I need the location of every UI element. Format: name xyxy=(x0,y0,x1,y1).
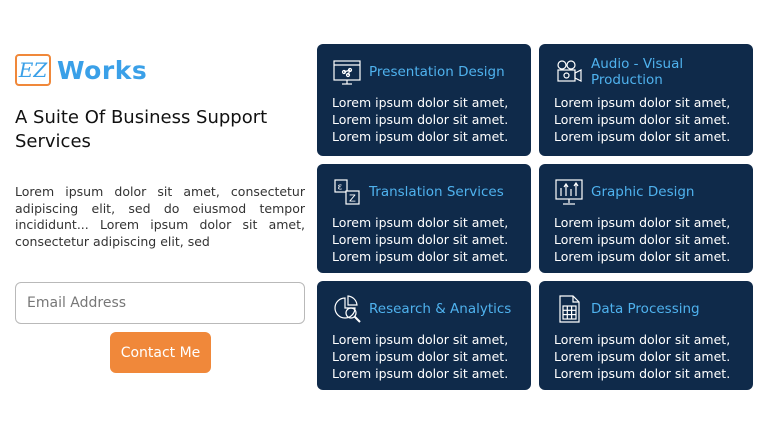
presentation-icon xyxy=(333,60,361,85)
contact-button[interactable]: Contact Me xyxy=(110,332,211,373)
data-processing-icon xyxy=(559,295,580,323)
logo-text: Works xyxy=(57,55,148,85)
svg-text:ε: ε xyxy=(338,183,343,193)
card-description: Lorem ipsum dolor sit amet, Lorem ipsum d… xyxy=(554,215,731,264)
translation-icon: ε Z xyxy=(334,179,360,205)
service-card-graphic-design[interactable]: Graphic Design Lorem ipsum dolor sit ame… xyxy=(539,164,753,273)
email-field[interactable] xyxy=(15,282,305,324)
page-title: A Suite Of Business Support Services xyxy=(15,107,268,152)
service-card-audio-visual-production[interactable]: Audio - Visual Production Lorem ipsum do… xyxy=(539,44,753,156)
graphic-design-icon xyxy=(555,179,583,205)
card-title: Presentation Design xyxy=(369,64,505,80)
card-title: Data Processing xyxy=(591,301,700,317)
service-card-data-processing[interactable]: Data Processing Lorem ipsum dolor sit am… xyxy=(539,281,753,390)
service-card-translation-services[interactable]: ε Z Translation Services Lorem ipsum dol… xyxy=(317,164,531,273)
card-description: Lorem ipsum dolor sit amet, Lorem ipsum d… xyxy=(332,215,509,264)
service-card-presentation-design[interactable]: Presentation Design Lorem ipsum dolor si… xyxy=(317,44,531,156)
research-analytics-icon xyxy=(334,295,361,323)
card-description: Lorem ipsum dolor sit amet, Lorem ipsum d… xyxy=(332,332,509,381)
card-description: Lorem ipsum dolor sit amet, Lorem ipsum d… xyxy=(554,95,731,144)
card-description: Lorem ipsum dolor sit amet, Lorem ipsum d… xyxy=(554,332,731,381)
logo-mark: EZ xyxy=(15,54,51,86)
logo[interactable]: EZ Works xyxy=(15,52,305,88)
card-title: Translation Services xyxy=(369,184,504,200)
svg-text:Z: Z xyxy=(349,194,356,205)
intro-text: Lorem ipsum dolor sit amet, consectetur … xyxy=(15,184,305,249)
card-title: Research & Analytics xyxy=(369,301,512,317)
video-camera-icon xyxy=(557,60,582,82)
service-card-research-analytics[interactable]: Research & Analytics Lorem ipsum dolor s… xyxy=(317,281,531,390)
intro-panel: EZ Works A Suite Of Business Support Ser… xyxy=(15,52,305,250)
card-title: Audio - Visual Production xyxy=(591,56,684,88)
card-description: Lorem ipsum dolor sit amet, Lorem ipsum d… xyxy=(332,95,509,144)
card-title: Graphic Design xyxy=(591,184,695,200)
